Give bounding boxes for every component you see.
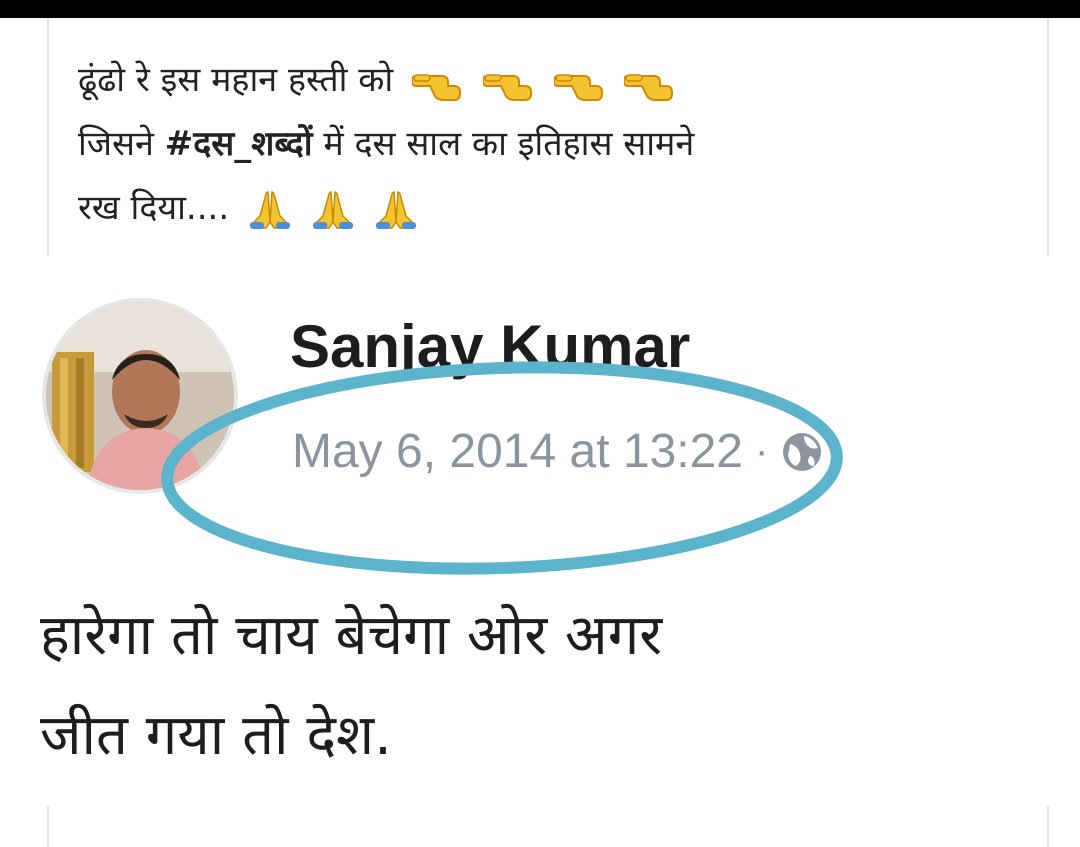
post-body: हारेगा तो चाय बेचेगा ओर अगर जीत गया तो द… — [40, 586, 1040, 786]
caption-text-1: ढूंढो रे इस महान हस्ती को — [78, 60, 394, 100]
top-black-bar — [0, 0, 1080, 18]
timestamp[interactable]: May 6, 2014 at 13:22 — [292, 424, 743, 479]
backhand-index-pointing-left-icon — [482, 62, 535, 102]
folded-hands-icon — [248, 188, 292, 232]
post-meta: May 6, 2014 at 13:22 · — [292, 424, 824, 479]
embedded-post-screenshot: Sanjay Kumar May 6, 2014 at 13:22 · हारे… — [0, 256, 1080, 847]
avatar-photo — [46, 302, 234, 490]
meta-separator: · — [754, 429, 769, 473]
caption-text-2a: जिसने — [78, 124, 165, 164]
folded-hands-icon — [311, 188, 355, 232]
body-line-2: जीत गया तो देश. — [40, 703, 392, 768]
bottom-frame — [47, 806, 1049, 847]
post-caption: ढूंढो रे इस महान हस्ती को जिसने #दस_शब्द… — [78, 48, 1038, 240]
globe-icon[interactable] — [780, 430, 824, 474]
caption-line-1: ढूंढो रे इस महान हस्ती को — [78, 48, 1038, 112]
author-name[interactable]: Sanjay Kumar — [290, 312, 690, 381]
folded-hands-row — [240, 188, 418, 229]
backhand-index-pointing-left-icon — [411, 62, 464, 102]
avatar[interactable] — [42, 298, 238, 494]
backhand-index-pointing-left-icon — [624, 62, 676, 102]
caption-line-2: जिसने #दस_शब्दों में दस साल का इतिहास सा… — [78, 112, 1038, 176]
backhand-index-pointing-left-icon — [553, 62, 606, 102]
pointing-emoji-row — [404, 60, 676, 102]
body-line-1: हारेगा तो चाय बेचेगा ओर अगर — [40, 603, 663, 668]
hashtag-link[interactable]: #दस_शब्दों — [165, 124, 313, 164]
caption-text-3: रख दिया.... — [78, 188, 230, 228]
folded-hands-icon — [374, 188, 418, 232]
caption-text-2b: में दस साल का इतिहास सामने — [312, 124, 695, 164]
caption-line-3: रख दिया.... — [78, 176, 1038, 240]
